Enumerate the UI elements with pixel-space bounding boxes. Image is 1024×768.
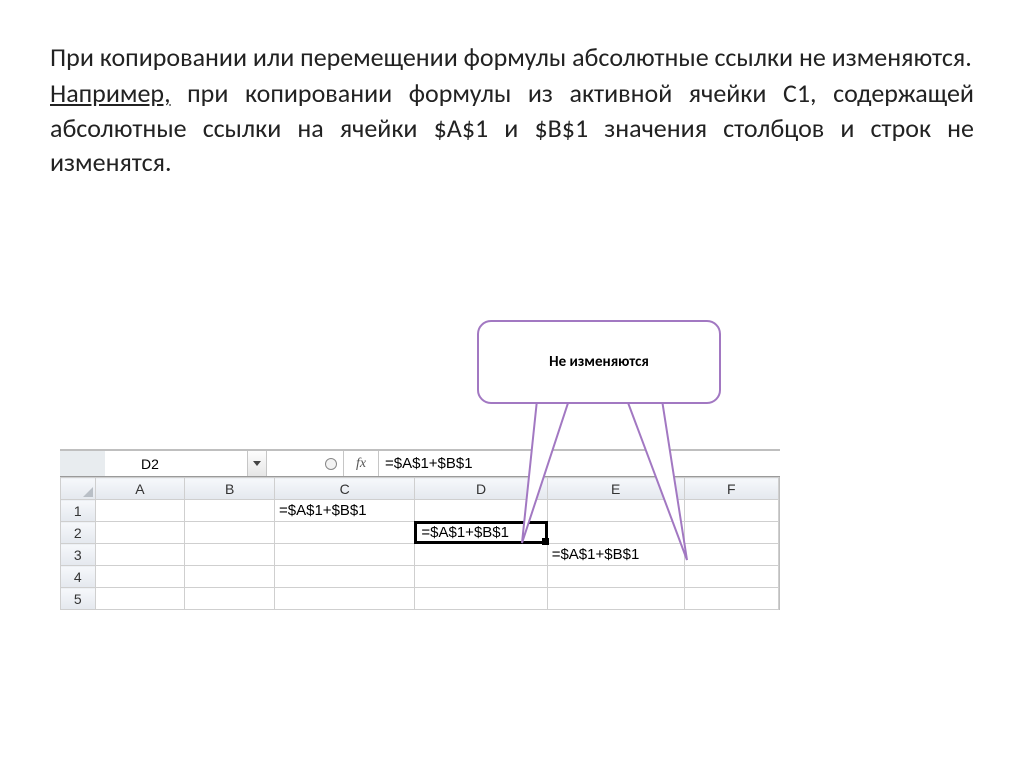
row-header-5[interactable]: 5 xyxy=(61,588,96,610)
formula-bar-spacer xyxy=(60,451,105,476)
cell-D1[interactable] xyxy=(415,500,547,522)
select-all-corner[interactable] xyxy=(61,478,96,500)
name-box[interactable]: D2 xyxy=(105,451,267,476)
col-header-A[interactable]: A xyxy=(95,478,185,500)
cell-D5[interactable] xyxy=(415,588,547,610)
row-header-3[interactable]: 3 xyxy=(61,544,96,566)
cell-A4[interactable] xyxy=(95,566,185,588)
cell-F3[interactable] xyxy=(684,544,778,566)
selection-border: =$A$1+$B$1 xyxy=(414,521,547,544)
row-4: 4 xyxy=(61,566,779,588)
excel-mock: D2 fx =$A$1+$B$1 xyxy=(60,449,780,610)
cell-A1[interactable] xyxy=(95,500,185,522)
formula-input-value: =$A$1+$B$1 xyxy=(385,455,473,472)
cell-C4[interactable] xyxy=(275,566,415,588)
row-header-4[interactable]: 4 xyxy=(61,566,96,588)
cell-B3[interactable] xyxy=(185,544,275,566)
cell-D4[interactable] xyxy=(415,566,547,588)
cell-C2[interactable] xyxy=(275,522,415,544)
spreadsheet-grid[interactable]: A B C D E F 1 =$A$1+$B$1 xyxy=(60,477,779,610)
cell-D2[interactable]: =$A$1+$B$1 xyxy=(415,522,547,544)
cell-B1[interactable] xyxy=(185,500,275,522)
cell-E2[interactable] xyxy=(547,522,684,544)
cell-F1[interactable] xyxy=(684,500,778,522)
cell-C5[interactable] xyxy=(275,588,415,610)
body-text: При копировании или перемещении формулы … xyxy=(50,40,974,179)
cell-B5[interactable] xyxy=(185,588,275,610)
para2-lead: Например, xyxy=(50,77,171,109)
callout-bubble: Не изменяются xyxy=(477,320,721,404)
col-header-D[interactable]: D xyxy=(415,478,547,500)
cell-D2-value: =$A$1+$B$1 xyxy=(421,524,509,541)
fx-label: fx xyxy=(356,456,366,472)
col-header-C[interactable]: C xyxy=(275,478,415,500)
cell-C3[interactable] xyxy=(275,544,415,566)
cell-E3[interactable]: =$A$1+$B$1 xyxy=(547,544,684,566)
para2-rest: при копировании формулы из активной ячей… xyxy=(50,77,974,178)
cell-E4[interactable] xyxy=(547,566,684,588)
row-1: 1 =$A$1+$B$1 xyxy=(61,500,779,522)
grid-container: A B C D E F 1 =$A$1+$B$1 xyxy=(60,477,780,610)
cell-E5[interactable] xyxy=(547,588,684,610)
row-header-1[interactable]: 1 xyxy=(61,500,96,522)
col-header-B[interactable]: B xyxy=(185,478,275,500)
cell-D3[interactable] xyxy=(415,544,547,566)
cell-F5[interactable] xyxy=(684,588,778,610)
name-box-dropdown[interactable] xyxy=(247,451,266,476)
cell-F4[interactable] xyxy=(684,566,778,588)
row-header-2[interactable]: 2 xyxy=(61,522,96,544)
cell-B2[interactable] xyxy=(185,522,275,544)
cell-C1[interactable]: =$A$1+$B$1 xyxy=(275,500,415,522)
cell-A5[interactable] xyxy=(95,588,185,610)
row-5: 5 xyxy=(61,588,779,610)
row-2: 2 =$A$1+$B$1 xyxy=(61,522,779,544)
chevron-down-icon xyxy=(253,461,261,466)
circle-icon xyxy=(325,458,337,470)
col-header-E[interactable]: E xyxy=(547,478,684,500)
formula-bar-icons xyxy=(267,451,343,476)
fill-handle[interactable] xyxy=(542,538,549,545)
column-header-row: A B C D E F xyxy=(61,478,779,500)
formula-bar-row: D2 fx =$A$1+$B$1 xyxy=(60,449,780,477)
col-header-F[interactable]: F xyxy=(684,478,778,500)
cell-A3[interactable] xyxy=(95,544,185,566)
formula-input[interactable]: =$A$1+$B$1 xyxy=(378,451,780,476)
callout-label: Не изменяются xyxy=(549,353,649,371)
cell-F2[interactable] xyxy=(684,522,778,544)
slide: При копировании или перемещении формулы … xyxy=(0,0,1024,768)
cell-B4[interactable] xyxy=(185,566,275,588)
fx-button[interactable]: fx xyxy=(343,451,378,476)
paragraph-1: При копировании или перемещении формулы … xyxy=(50,40,974,74)
name-box-value: D2 xyxy=(141,456,159,472)
cell-E1[interactable] xyxy=(547,500,684,522)
paragraph-2: Например, при копировании формулы из акт… xyxy=(50,76,974,179)
row-3: 3 =$A$1+$B$1 xyxy=(61,544,779,566)
cell-A2[interactable] xyxy=(95,522,185,544)
